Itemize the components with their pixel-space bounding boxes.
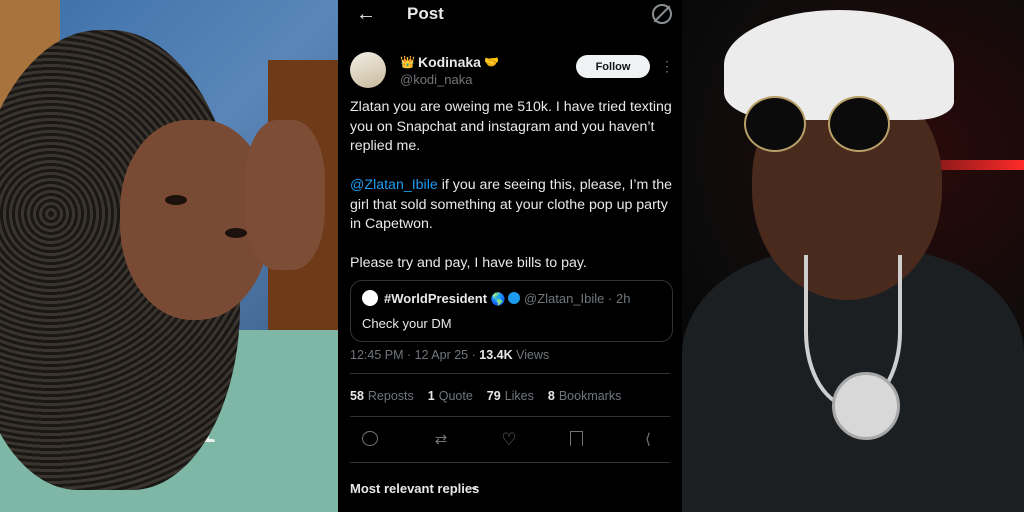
arrow-left-icon[interactable]: ← [356,3,376,26]
quote-avatar [362,290,378,306]
crown-emoji: 👑 [400,55,415,69]
filter-icon[interactable] [652,4,672,24]
heart-icon[interactable]: ♡ [500,431,518,449]
author-handle[interactable]: @kodi_naka [400,72,472,87]
more-options-icon[interactable]: ⋮ [660,58,674,75]
handshake-emoji: 🤝 [483,55,499,69]
divider [350,373,670,374]
bookmarks-count: 8 [547,389,555,403]
chevron-down-icon[interactable]: ⌄ [469,479,479,493]
likes-label: Likes [504,389,534,403]
likes-count: 79 [486,389,501,403]
left-photo: LOUI [0,0,338,512]
divider [350,462,670,463]
post-timestamp: 12:45 PM · 12 Apr 25 · [350,348,480,362]
page-title: Post [407,4,444,23]
post-paragraph: @Zlatan_Ibile if you are seeing this, pl… [350,176,675,235]
post-header: ← Post [338,0,682,28]
post-panel: ← Post 👑 Kodinaka 🤝 @kodi_naka Follow ⋮ … [338,0,682,512]
quote-author-name: #WorldPresident 🌎 [384,291,506,306]
share-icon[interactable]: ⟨ [639,431,657,449]
engagement-stats: 58 Reposts 1 Quote 79 Likes 8 Bookmarks [350,389,621,403]
chain-pendant [832,372,900,440]
post-meta: 12:45 PM · 12 Apr 25 · 13.4K Views [350,348,549,362]
quote-handle: @Zlatan_Ibile · 2h [524,291,631,306]
quotes-count: 1 [427,389,435,403]
globe-emoji: 🌎 [490,292,506,306]
follow-button[interactable]: Follow [576,55,650,78]
eye [165,195,187,205]
repost-icon[interactable]: ⇄ [432,431,450,449]
avatar[interactable] [350,52,386,88]
post-paragraph: Zlatan you are oweing me 510k. I have tr… [350,99,672,154]
author-name-text: Kodinaka [417,54,481,70]
bookmark-icon[interactable] [570,431,588,449]
reposts-label: Reposts [367,389,414,403]
sunglasses-lens [828,96,890,152]
author-name[interactable]: 👑 Kodinaka 🤝 [400,54,499,70]
replies-sort-label[interactable]: Most relevant replies [350,481,479,496]
divider [350,416,670,417]
quote-text: Check your DM [362,316,452,331]
right-photo [682,0,1024,512]
post-paragraph: Please try and pay, I have bills to pay. [350,255,587,271]
quotes-stat[interactable]: 1 Quote [428,389,473,403]
action-bar: ⇄ ♡ ⟨ [362,431,652,451]
views-label: Views [512,348,550,362]
bookmarks-stat[interactable]: 8 Bookmarks [548,389,621,403]
reply-icon[interactable] [362,431,380,449]
likes-stat[interactable]: 79 Likes [487,389,534,403]
hand [245,120,325,270]
verified-icon [508,292,520,304]
reposts-count: 58 [350,389,364,403]
views-count: 13.4K [479,348,513,362]
reposts-stat[interactable]: 58 Reposts [350,389,414,403]
quotes-label: Quote [438,389,473,403]
sunglasses-lens [744,96,806,152]
quote-author-name-text: #WorldPresident [384,291,488,306]
quoted-post[interactable]: #WorldPresident 🌎 @Zlatan_Ibile · 2h Che… [350,280,673,342]
mention-link[interactable]: @Zlatan_Ibile [350,177,438,193]
eye [225,228,247,238]
bookmarks-label: Bookmarks [558,389,622,403]
